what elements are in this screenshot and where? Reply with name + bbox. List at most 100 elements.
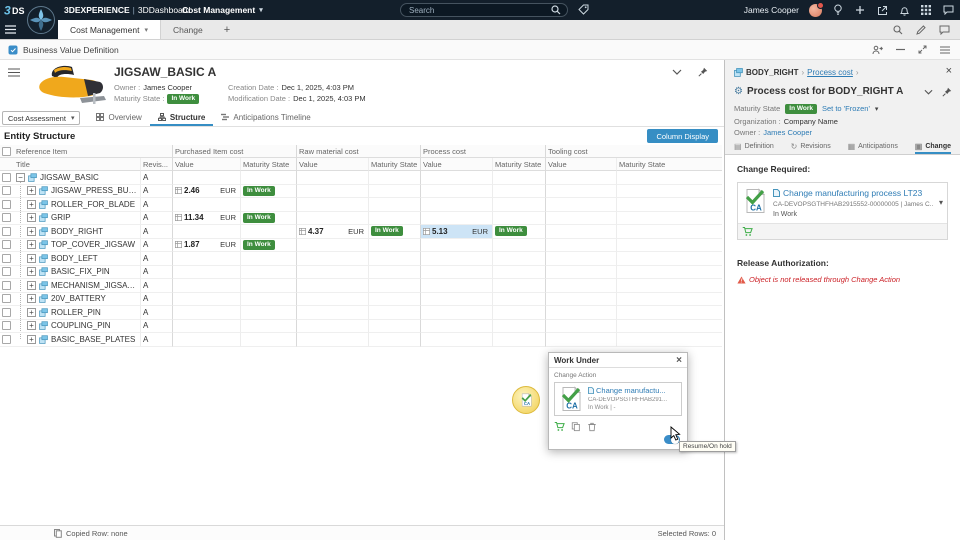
cost-value-cell[interactable] [545, 171, 616, 185]
add-tab-button[interactable]: + [215, 20, 239, 39]
cost-value-cell[interactable] [545, 211, 616, 225]
col-maturity-state[interactable]: Maturity State [492, 158, 545, 171]
cost-value-cell[interactable] [420, 198, 492, 212]
chevron-down-icon[interactable]: ▾ [939, 198, 943, 207]
cost-value-cell[interactable]: 2.46 EUR [172, 184, 240, 198]
cost-maturity-cell[interactable] [368, 279, 420, 293]
cost-value-cell[interactable] [545, 265, 616, 279]
table-row[interactable]: + JIGSAW_PRESS_BUTTONA2.46EURIn Work [0, 184, 722, 198]
row-checkbox[interactable] [2, 172, 11, 182]
tab-overview[interactable]: Overview [88, 110, 149, 126]
cost-value-cell[interactable]: 11.34 EUR [172, 211, 240, 225]
cost-value-cell[interactable] [296, 238, 368, 252]
row-checkbox[interactable] [2, 253, 11, 263]
row-checkbox[interactable] [2, 226, 11, 236]
cost-maturity-cell[interactable] [368, 184, 420, 198]
col-value[interactable]: Value [545, 158, 616, 171]
cost-value-cell[interactable] [172, 252, 240, 266]
cost-maturity-cell[interactable] [616, 184, 722, 198]
cost-value-cell[interactable] [296, 306, 368, 320]
set-to-frozen-link[interactable]: Set to 'Frozen' [822, 104, 870, 113]
tab-structure[interactable]: Structure [149, 110, 214, 126]
cost-maturity-cell[interactable] [240, 252, 296, 266]
row-checkbox[interactable] [2, 240, 11, 250]
expand-toggle-icon[interactable]: + [27, 226, 36, 236]
expand-toggle-icon[interactable]: + [27, 240, 36, 250]
cost-value-cell[interactable] [545, 252, 616, 266]
col-group-tooling-cost[interactable]: Tooling cost [545, 145, 722, 158]
expand-toggle-icon[interactable]: + [27, 186, 36, 196]
pin-icon[interactable] [698, 67, 708, 77]
cost-maturity-cell[interactable] [616, 198, 722, 212]
breadcrumb-item[interactable]: BODY_RIGHT [746, 68, 798, 77]
cost-value-cell[interactable] [296, 319, 368, 333]
edit-pencil-icon[interactable] [916, 24, 926, 35]
cost-maturity-cell[interactable] [368, 333, 420, 347]
col-value[interactable]: Value [296, 158, 368, 171]
table-row[interactable]: + ROLLER_FOR_BLADE A [0, 198, 722, 212]
change-action-drag-ghost[interactable]: CA [512, 386, 540, 414]
minimize-icon[interactable] [896, 48, 905, 51]
compass-icon[interactable] [26, 5, 56, 35]
cost-value-cell[interactable] [296, 279, 368, 293]
cost-value-cell[interactable] [420, 171, 492, 185]
cost-maturity-cell[interactable]: In Work [240, 238, 296, 252]
copy-icon[interactable] [571, 421, 581, 432]
cost-maturity-cell[interactable] [492, 319, 545, 333]
row-checkbox[interactable] [2, 307, 11, 317]
cost-value-cell[interactable] [172, 292, 240, 306]
add-icon[interactable] [854, 4, 866, 16]
cost-maturity-cell[interactable] [492, 333, 545, 347]
cost-maturity-cell[interactable] [240, 171, 296, 185]
row-checkbox[interactable] [2, 267, 11, 277]
cost-maturity-cell[interactable] [492, 306, 545, 320]
table-row[interactable]: + BASIC_FIX_PIN A [0, 265, 722, 279]
cost-value-cell[interactable] [296, 184, 368, 198]
tab-definition[interactable]: ▤ Definition [734, 140, 774, 154]
col-group-reference-item[interactable]: Reference Item [14, 145, 172, 158]
cost-value-cell[interactable] [296, 292, 368, 306]
change-basket-icon[interactable] [554, 421, 565, 432]
table-row[interactable]: + GRIP A 11.34 EUR In Work [0, 211, 722, 225]
cost-maturity-cell[interactable] [368, 265, 420, 279]
comments-icon[interactable] [939, 25, 950, 35]
cost-maturity-cell[interactable] [492, 171, 545, 185]
cost-maturity-cell[interactable]: In Work [240, 184, 296, 198]
breadcrumb-item-link[interactable]: Process cost [807, 68, 853, 77]
row-checkbox[interactable] [2, 321, 11, 331]
cost-value-cell[interactable] [172, 198, 240, 212]
cost-value-cell[interactable] [545, 225, 616, 239]
cost-maturity-cell[interactable] [492, 265, 545, 279]
cost-maturity-cell[interactable] [492, 252, 545, 266]
expand-toggle-icon[interactable]: + [27, 267, 36, 277]
cost-maturity-cell[interactable] [240, 333, 296, 347]
owner-link[interactable]: James Cooper [763, 128, 812, 137]
col-maturity-state[interactable]: Maturity State [616, 158, 722, 171]
table-row[interactable]: + BASIC_BASE_PLATES A [0, 333, 722, 347]
structure-menu-icon[interactable] [8, 68, 20, 77]
row-checkbox[interactable] [2, 186, 11, 196]
cost-maturity-cell[interactable] [240, 319, 296, 333]
cost-value-cell[interactable] [296, 265, 368, 279]
close-icon[interactable]: × [946, 65, 952, 77]
col-maturity-state[interactable]: Maturity State [240, 158, 296, 171]
user-name[interactable]: James Cooper [744, 5, 799, 15]
select-all-checkbox[interactable] [2, 146, 11, 156]
row-checkbox[interactable] [2, 199, 11, 209]
cost-value-cell[interactable] [545, 238, 616, 252]
cost-assessment-dropdown[interactable]: Cost Assessment ▾ [2, 111, 81, 125]
expand-toggle-icon[interactable]: + [27, 213, 36, 223]
col-group-purchased-item-cost[interactable]: Purchased Item cost [172, 145, 296, 158]
cost-value-cell[interactable] [545, 306, 616, 320]
avatar[interactable] [809, 1, 824, 17]
cost-value-cell[interactable] [172, 171, 240, 185]
table-row[interactable]: + BODY_RIGHT A 4.37 EUR In Work 5.13 EUR In Work [0, 225, 722, 239]
tab-revisions[interactable]: ↻ Revisions [791, 140, 831, 154]
col-group-process-cost[interactable]: Process cost [420, 145, 545, 158]
cost-maturity-cell[interactable] [240, 279, 296, 293]
table-row[interactable]: + BODY_LEFT A [0, 252, 722, 266]
widget-menu-icon[interactable] [940, 46, 950, 54]
delete-icon[interactable] [587, 421, 597, 432]
cost-value-cell[interactable] [172, 279, 240, 293]
expand-toggle-icon[interactable]: + [27, 334, 36, 344]
